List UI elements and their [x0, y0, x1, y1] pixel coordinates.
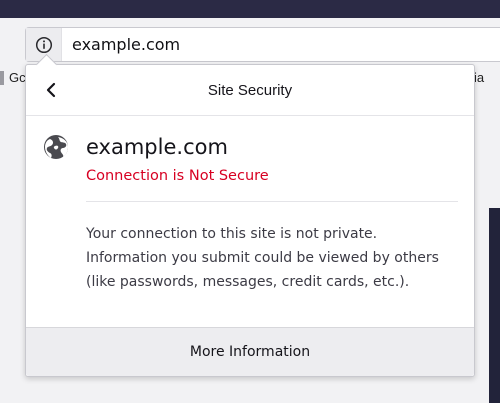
url-bar[interactable]: example.com [25, 27, 500, 62]
page-background-edge [489, 208, 500, 403]
bookmark-label-right: ia [474, 70, 485, 85]
site-name: example.com [86, 135, 228, 159]
bookmark-label-left: Gc [9, 70, 26, 85]
url-text[interactable]: example.com [72, 35, 180, 54]
more-information-label: More Information [189, 344, 311, 360]
chevron-left-icon [46, 82, 56, 98]
connection-status: Connection is Not Secure [86, 168, 269, 184]
security-description: Your connection to this site is not priv… [86, 226, 439, 290]
browser-window: example.com Gc ia Site Security example.… [0, 0, 500, 403]
back-button[interactable] [38, 77, 64, 103]
title-bar [0, 0, 500, 18]
bookmark-item-left[interactable]: Gc [0, 70, 26, 85]
site-security-panel: Site Security example.com Connection is … [25, 53, 475, 377]
globe-icon [42, 133, 70, 161]
more-information-button[interactable]: More Information [26, 327, 474, 376]
panel-title: Site Security [207, 81, 293, 99]
panel-header: Site Security [26, 65, 474, 116]
site-identity-row: example.com [42, 133, 228, 161]
bookmark-favicon-icon [0, 70, 4, 85]
divider [86, 201, 458, 202]
bookmark-item-right[interactable]: ia [474, 70, 484, 85]
